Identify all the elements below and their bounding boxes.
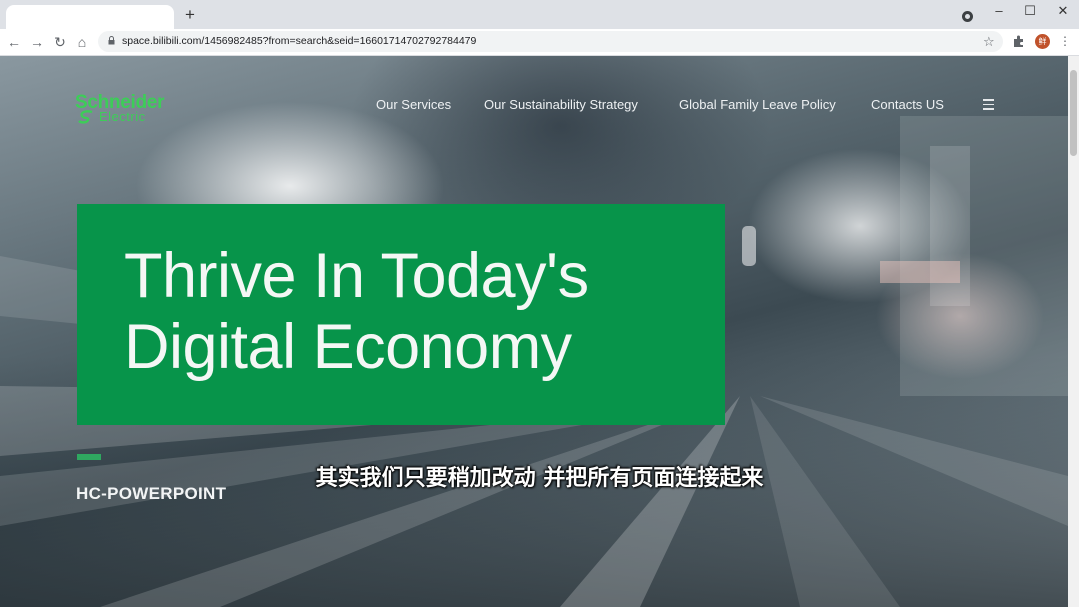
browser-menu-icon[interactable]: ⋮ <box>1059 34 1071 49</box>
address-bar[interactable]: space.bilibili.com/1456982485?from=searc… <box>98 31 1003 52</box>
extensions-puzzle-icon[interactable] <box>1012 34 1026 48</box>
hero-banner: Thrive In Today's Digital Economy <box>77 204 725 425</box>
url-text: space.bilibili.com/1456982485?from=searc… <box>122 35 477 47</box>
home-button[interactable]: ⌂ <box>74 33 90 51</box>
forward-button[interactable]: → <box>29 33 45 51</box>
logo-swirl-icon <box>78 110 93 124</box>
back-button[interactable]: ← <box>6 33 22 51</box>
page-scrollbar[interactable] <box>1068 56 1079 607</box>
minimize-button[interactable]: – <box>989 3 1009 19</box>
video-subtitle: 其实我们只要稍加改动 并把所有页面连接起来 <box>315 466 764 491</box>
page-viewport: Schneider Electric Our Services Our Sust… <box>0 56 1068 607</box>
scrollbar-thumb[interactable] <box>1070 70 1077 156</box>
schneider-logo[interactable]: Schneider Electric <box>75 92 185 126</box>
bookmark-star-icon[interactable]: ☆ <box>983 32 995 51</box>
hero-title-line2: Digital Economy <box>124 312 572 382</box>
nav-sustainability-strategy[interactable]: Our Sustainability Strategy <box>484 96 638 114</box>
media-control-icon[interactable] <box>962 11 973 22</box>
lock-icon <box>108 36 115 45</box>
logo-subword: Electric <box>99 109 146 124</box>
hero-title: Thrive In Today's Digital Economy <box>124 241 714 383</box>
hamburger-menu-icon[interactable] <box>983 99 994 110</box>
browser-tabstrip: + – ☐ ✕ <box>0 0 1079 29</box>
profile-avatar[interactable]: 鲜 <box>1035 34 1050 49</box>
new-tab-button[interactable]: + <box>181 6 199 24</box>
hero-title-line1: Thrive In Today's <box>124 241 589 311</box>
close-window-button[interactable]: ✕ <box>1053 3 1073 19</box>
reload-button[interactable]: ↻ <box>52 33 68 51</box>
maximize-button[interactable]: ☐ <box>1020 3 1040 19</box>
nav-our-services[interactable]: Our Services <box>376 96 451 114</box>
nav-contacts-us[interactable]: Contacts US <box>871 96 944 114</box>
browser-tab[interactable] <box>6 5 174 29</box>
nav-family-leave-policy[interactable]: Global Family Leave Policy <box>679 96 836 114</box>
browser-toolbar: ← → ↻ ⌂ space.bilibili.com/1456982485?fr… <box>0 29 1079 56</box>
